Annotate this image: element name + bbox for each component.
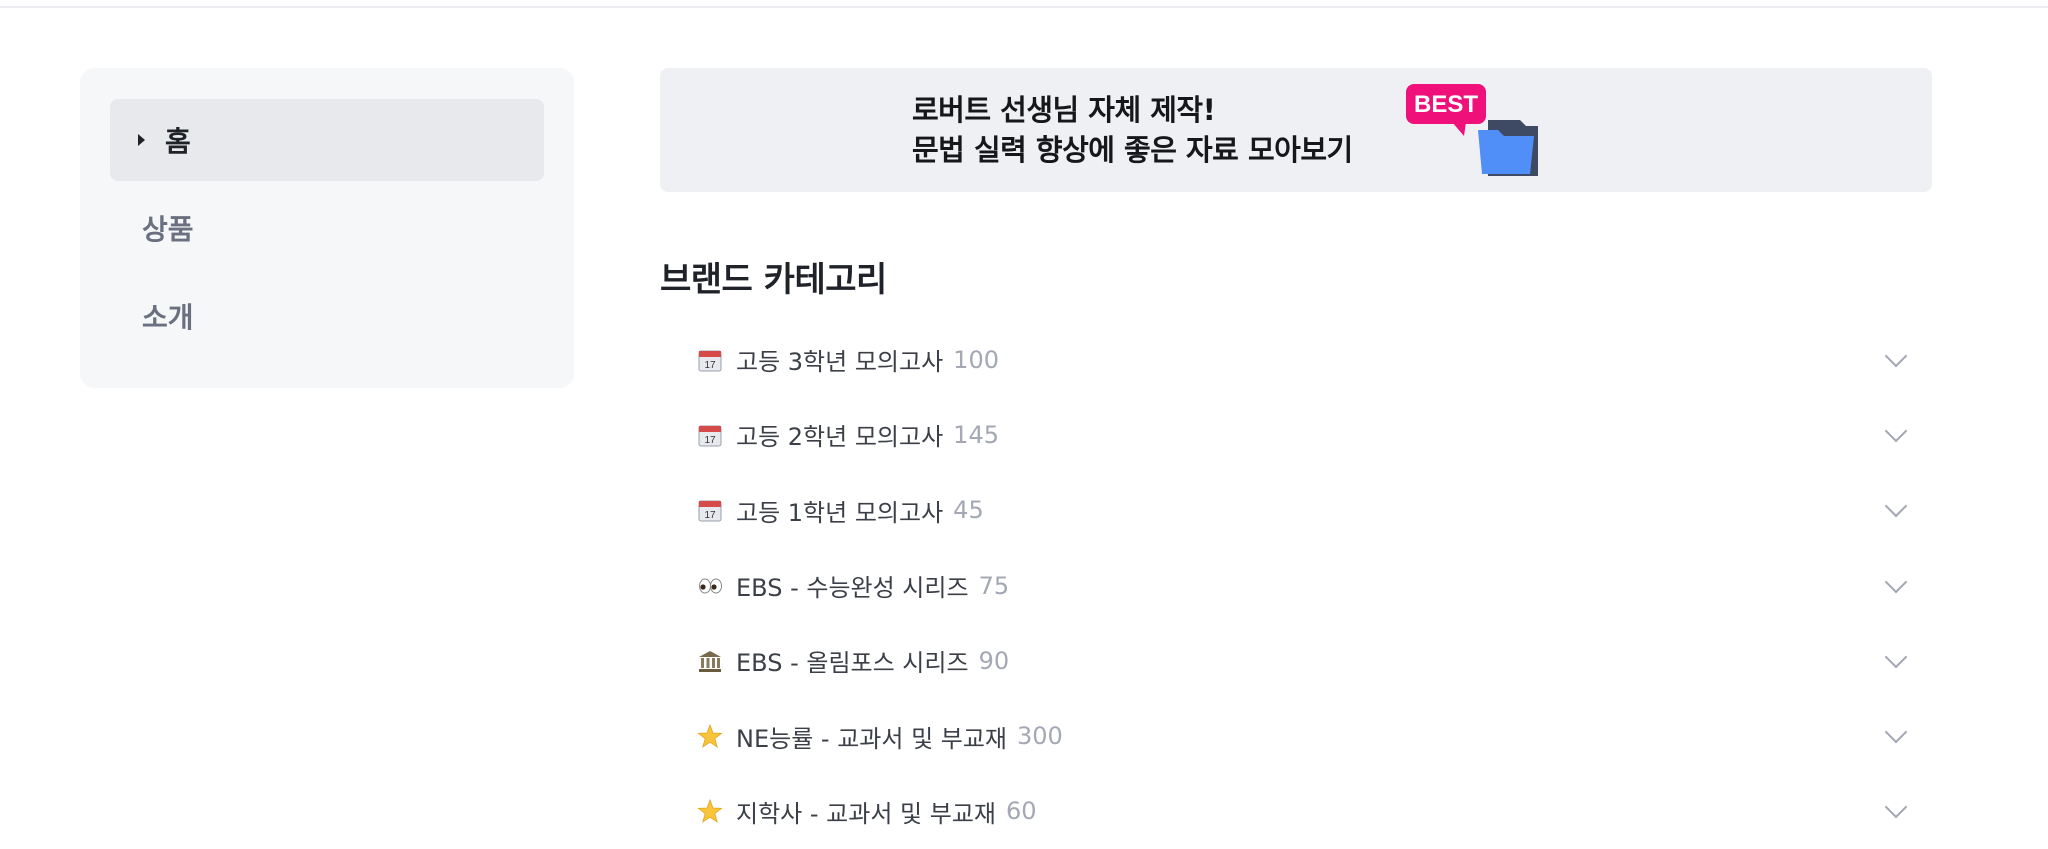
list-item[interactable]: 17 고등 3학년 모의고사 100 [660,322,1932,397]
promo-banner[interactable]: 로버트 선생님 자체 제작! 문법 실력 향상에 좋은 자료 모아보기 BEST [660,68,1932,192]
sidebar-item-about[interactable]: 소개 [110,275,544,357]
category-list: 17 고등 3학년 모의고사 100 17 고등 2학년 모의고사 145 17… [660,322,1932,849]
chevron-down-icon[interactable] [1884,645,1908,669]
category-label: NE능률 - 교과서 및 부교재 [736,724,1008,753]
chevron-down-icon[interactable] [1884,570,1908,593]
classical-building-icon [696,647,724,675]
caret-right-icon [138,134,145,146]
sidebar-item-home[interactable]: 홈 [110,99,544,181]
category-count: 100 [953,345,999,374]
category-label: 고등 3학년 모의고사 [736,348,944,377]
category-count: 90 [978,646,1010,675]
chevron-down-icon[interactable] [1884,419,1908,443]
category-count: 145 [953,420,999,449]
chevron-down-icon[interactable] [1884,720,1908,744]
best-folder-graphic: BEST [1406,84,1546,180]
banner-line-2: 문법 실력 향상에 좋은 자료 모아보기 [912,133,1353,167]
star-icon [696,722,724,750]
chevron-down-icon[interactable] [1884,494,1908,518]
sidebar-item-label: 상품 [142,213,194,246]
list-item[interactable]: 17 고등 1학년 모의고사 45 [660,473,1932,548]
category-label: 고등 1학년 모의고사 [736,498,944,527]
sidebar-item-label: 홈 [165,125,191,158]
category-count: 60 [1005,797,1037,826]
chevron-down-icon[interactable] [1884,344,1908,367]
section-title: 브랜드 카테고리 [660,260,887,300]
banner-line-1: 로버트 선생님 자체 제작! [912,93,1216,127]
list-item[interactable]: 지학사 - 교과서 및 부교재 60 [660,774,1932,849]
category-count: 75 [978,571,1010,600]
chevron-down-icon[interactable] [1884,796,1908,819]
svg-text:17: 17 [704,360,716,371]
category-count: 300 [1017,722,1063,751]
svg-text:17: 17 [704,510,716,521]
category-label: 지학사 - 교과서 및 부교재 [736,799,996,828]
list-item[interactable]: NE능률 - 교과서 및 부교재 300 [660,698,1932,773]
sidebar-nav: 홈 상품 소개 [80,68,574,388]
best-badge-text: BEST [1414,91,1478,118]
star-icon [696,797,724,825]
calendar-icon: 17 [696,346,724,374]
category-count: 45 [953,496,984,525]
sidebar-item-products[interactable]: 상품 [110,187,544,269]
category-label: EBS - 수능완성 시리즈 [736,574,969,603]
top-divider [0,0,2048,8]
calendar-icon: 17 [696,496,724,524]
svg-text:17: 17 [704,435,716,446]
folder-icon: BEST [1406,84,1538,176]
category-label: 고등 2학년 모의고사 [736,423,944,452]
list-item[interactable]: 17 고등 2학년 모의고사 145 [660,397,1932,472]
banner-text: 로버트 선생님 자체 제작! 문법 실력 향상에 좋은 자료 모아보기 [912,90,1353,170]
sidebar-item-label: 소개 [142,301,194,334]
eyes-icon [696,572,724,600]
category-label: EBS - 올림포스 시리즈 [736,649,969,678]
list-item[interactable]: EBS - 올림포스 시리즈 90 [660,623,1932,698]
list-item[interactable]: EBS - 수능완성 시리즈 75 [660,548,1932,623]
calendar-icon: 17 [696,421,724,449]
